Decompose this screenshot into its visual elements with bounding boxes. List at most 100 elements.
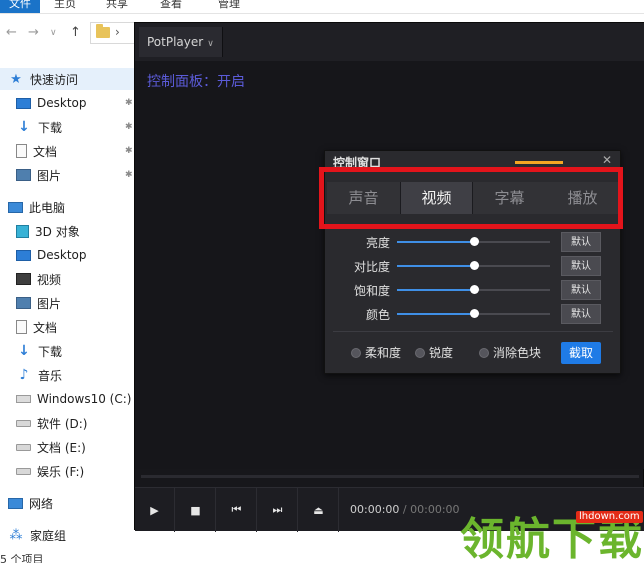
nav-homegroup[interactable]: ⁂ 家庭组 <box>0 524 134 546</box>
radio-icon <box>415 347 425 358</box>
radio-icon <box>351 347 361 358</box>
time-display: 00:00:00 / 00:00:00 <box>350 503 460 516</box>
nav-downloads-pc[interactable]: ↓ 下载 <box>0 340 134 362</box>
ribbon: 文件 主页 共享 查看 管理 <box>0 0 644 14</box>
reset-button[interactable]: 默认 <box>561 232 601 252</box>
download-arrow-icon: ↓ <box>18 119 30 135</box>
back-icon[interactable]: ← <box>6 25 17 40</box>
slider-fill <box>397 313 474 315</box>
pictures-icon <box>16 297 31 309</box>
nav-drive-c[interactable]: Windows10 (C:) <box>0 388 134 410</box>
tab-view[interactable]: 查看 <box>160 0 182 11</box>
reset-button[interactable]: 默认 <box>561 256 601 276</box>
slider-handle[interactable] <box>469 309 479 318</box>
slider-fill <box>397 289 474 291</box>
reset-button[interactable]: 默认 <box>561 304 601 324</box>
music-icon: ♪ <box>19 367 29 383</box>
nav-3d-objects[interactable]: 3D 对象 <box>0 220 134 242</box>
up-icon[interactable]: ↑ <box>70 25 81 40</box>
stop-icon[interactable]: ■ <box>176 488 216 532</box>
nav-desktop[interactable]: Desktop ✱ <box>0 92 134 114</box>
nav-label: 快速访问 <box>30 72 79 87</box>
brightness-slider[interactable] <box>397 237 550 246</box>
nav-drive-e[interactable]: 文档 (E:) <box>0 436 134 458</box>
nav-pictures[interactable]: 图片 ✱ <box>0 164 134 186</box>
previous-icon[interactable]: ⏮ <box>217 488 257 532</box>
nav-label: 文档 <box>33 320 58 335</box>
video-icon <box>16 273 31 285</box>
slider-label: 饱和度 <box>353 284 390 298</box>
radio-icon <box>479 347 489 358</box>
nav-label: 下载 <box>38 120 63 135</box>
recent-dropdown-icon[interactable]: ∨ <box>50 28 57 38</box>
nav-documents[interactable]: 文档 ✱ <box>0 140 134 162</box>
homegroup-icon: ⁂ <box>9 527 23 543</box>
nav-drive-d[interactable]: 软件 (D:) <box>0 412 134 434</box>
play-icon[interactable]: ▶ <box>135 488 175 532</box>
download-arrow-icon: ↓ <box>18 343 30 359</box>
chevron-down-icon: ∨ <box>207 39 214 49</box>
nav-documents-pc[interactable]: 文档 <box>0 316 134 338</box>
reset-button[interactable]: 默认 <box>561 280 601 300</box>
nav-label: Desktop <box>37 248 87 262</box>
option-sharpness[interactable]: 锐度 <box>415 344 453 361</box>
osd-message: 控制面板：开启 <box>147 74 245 90</box>
contrast-slider[interactable] <box>397 261 550 270</box>
pin-icon: ✱ <box>125 98 133 108</box>
chevron-right-icon: › <box>115 25 120 39</box>
tab-share[interactable]: 共享 <box>106 0 128 11</box>
nav-network[interactable]: 网络 <box>0 492 134 514</box>
slider-fill <box>397 241 474 243</box>
slider-handle[interactable] <box>469 237 479 246</box>
pictures-icon <box>16 169 31 181</box>
close-icon[interactable]: ✕ <box>602 153 612 167</box>
pin-icon: ✱ <box>125 122 133 132</box>
drive-icon <box>16 467 31 475</box>
nav-music[interactable]: ♪ 音乐 <box>0 364 134 386</box>
nav-videos[interactable]: 视频 <box>0 268 134 290</box>
nav-desktop-pc[interactable]: Desktop <box>0 244 134 266</box>
tab-manage[interactable]: 管理 <box>218 0 240 11</box>
slider-row-hue: 颜色 默认 <box>325 303 622 325</box>
option-label: 消除色块 <box>493 346 542 360</box>
tab-home[interactable]: 主页 <box>54 0 76 11</box>
nav-pictures-pc[interactable]: 图片 <box>0 292 134 314</box>
seek-bar[interactable] <box>141 475 639 478</box>
eject-icon[interactable]: ⏏ <box>299 488 339 532</box>
panel-divider <box>333 331 613 332</box>
slider-handle[interactable] <box>469 285 479 294</box>
hue-slider[interactable] <box>397 309 550 318</box>
nav-label: 视频 <box>37 272 62 287</box>
nav-label: 3D 对象 <box>35 224 80 239</box>
network-icon <box>8 497 23 509</box>
nav-label: Desktop <box>37 96 87 110</box>
nav-quick-access[interactable]: ★ 快速访问 <box>0 68 134 90</box>
forward-icon[interactable]: → <box>28 25 39 40</box>
player-titlebar: PotPlayer ∨ <box>135 23 644 61</box>
nav-drive-f[interactable]: 娱乐 (F:) <box>0 460 134 482</box>
slider-handle[interactable] <box>469 261 479 270</box>
capture-button[interactable]: 截取 <box>561 342 601 364</box>
nav-label: 音乐 <box>38 368 63 383</box>
time-total: 00:00:00 <box>410 503 460 516</box>
nav-label: 家庭组 <box>30 528 67 543</box>
slider-row-contrast: 对比度 默认 <box>325 255 622 277</box>
nav-label: 娱乐 (F:) <box>37 464 85 479</box>
nav-label: Windows10 (C:) <box>37 392 132 406</box>
watermark-site: lhdown.com <box>576 511 643 523</box>
nav-label: 网络 <box>29 496 54 511</box>
drive-icon <box>16 443 31 451</box>
file-tab[interactable]: 文件 <box>0 0 40 13</box>
saturation-slider[interactable] <box>397 285 550 294</box>
3d-objects-icon <box>16 224 29 238</box>
pin-icon: ✱ <box>125 170 133 180</box>
nav-label: 文档 <box>33 144 58 159</box>
time-current: 00:00:00 <box>350 503 400 516</box>
slider-fill <box>397 265 474 267</box>
option-softness[interactable]: 柔和度 <box>351 344 401 361</box>
option-deblock[interactable]: 消除色块 <box>479 344 541 361</box>
nav-downloads[interactable]: ↓ 下载 ✱ <box>0 116 134 138</box>
potplayer-menu-button[interactable]: PotPlayer ∨ <box>139 27 223 57</box>
nav-this-pc[interactable]: 此电脑 <box>0 196 134 218</box>
next-icon[interactable]: ⏭ <box>258 488 298 532</box>
